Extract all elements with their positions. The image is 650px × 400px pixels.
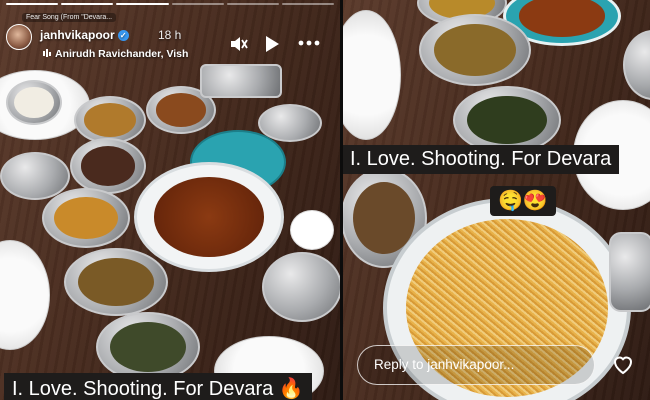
progress-segment bbox=[6, 3, 59, 5]
casserole-bowl bbox=[134, 162, 284, 272]
progress-segment bbox=[116, 3, 169, 5]
methi-bowl bbox=[64, 248, 168, 316]
progress-segment bbox=[61, 3, 114, 5]
music-label[interactable]: Anirudh Ravichander, Vish bbox=[42, 48, 188, 60]
steel-bowl bbox=[74, 96, 146, 144]
reply-input[interactable]: Reply to janhvikapoor... bbox=[357, 345, 595, 385]
story-panel-left: Fear Song (From "Devara... janhvikapoor ✓… bbox=[0, 0, 340, 400]
steel-plate bbox=[262, 252, 340, 322]
username[interactable]: janhvikapoor ✓ bbox=[40, 28, 129, 42]
progress-segment bbox=[281, 3, 335, 5]
more-icon[interactable] bbox=[298, 40, 320, 46]
cup bbox=[290, 210, 334, 250]
kadhi-bowl bbox=[42, 188, 130, 248]
mute-icon[interactable] bbox=[228, 34, 248, 54]
greens-bowl bbox=[453, 86, 561, 154]
timestamp: 18 h bbox=[158, 28, 182, 42]
story-caption: I. Love. Shooting. For Devara bbox=[343, 145, 620, 174]
raita-bowl bbox=[6, 80, 62, 125]
song-title: Fear Song (From "Devara... bbox=[22, 13, 117, 22]
greens-bowl bbox=[96, 312, 200, 382]
music-note-icon bbox=[43, 49, 51, 57]
story-caption: I. Love. Shooting. For Devara 🔥 bbox=[4, 373, 312, 400]
progress-segment bbox=[226, 3, 279, 5]
heart-icon[interactable] bbox=[611, 352, 635, 376]
emoji-sticker: 🤤😍 bbox=[490, 186, 556, 216]
verified-icon: ✓ bbox=[117, 30, 129, 41]
steel-tray bbox=[200, 64, 282, 98]
avatar[interactable] bbox=[6, 24, 32, 50]
progress-segment bbox=[171, 3, 224, 5]
story-panel-right: I. Love. Shooting. For Devara 🤤😍 Reply t… bbox=[343, 0, 650, 400]
dal-bowl bbox=[70, 138, 146, 194]
play-icon[interactable] bbox=[264, 35, 280, 53]
story-progress-bar bbox=[6, 3, 335, 5]
methi-bowl bbox=[419, 14, 531, 86]
handi-handle bbox=[609, 232, 650, 312]
